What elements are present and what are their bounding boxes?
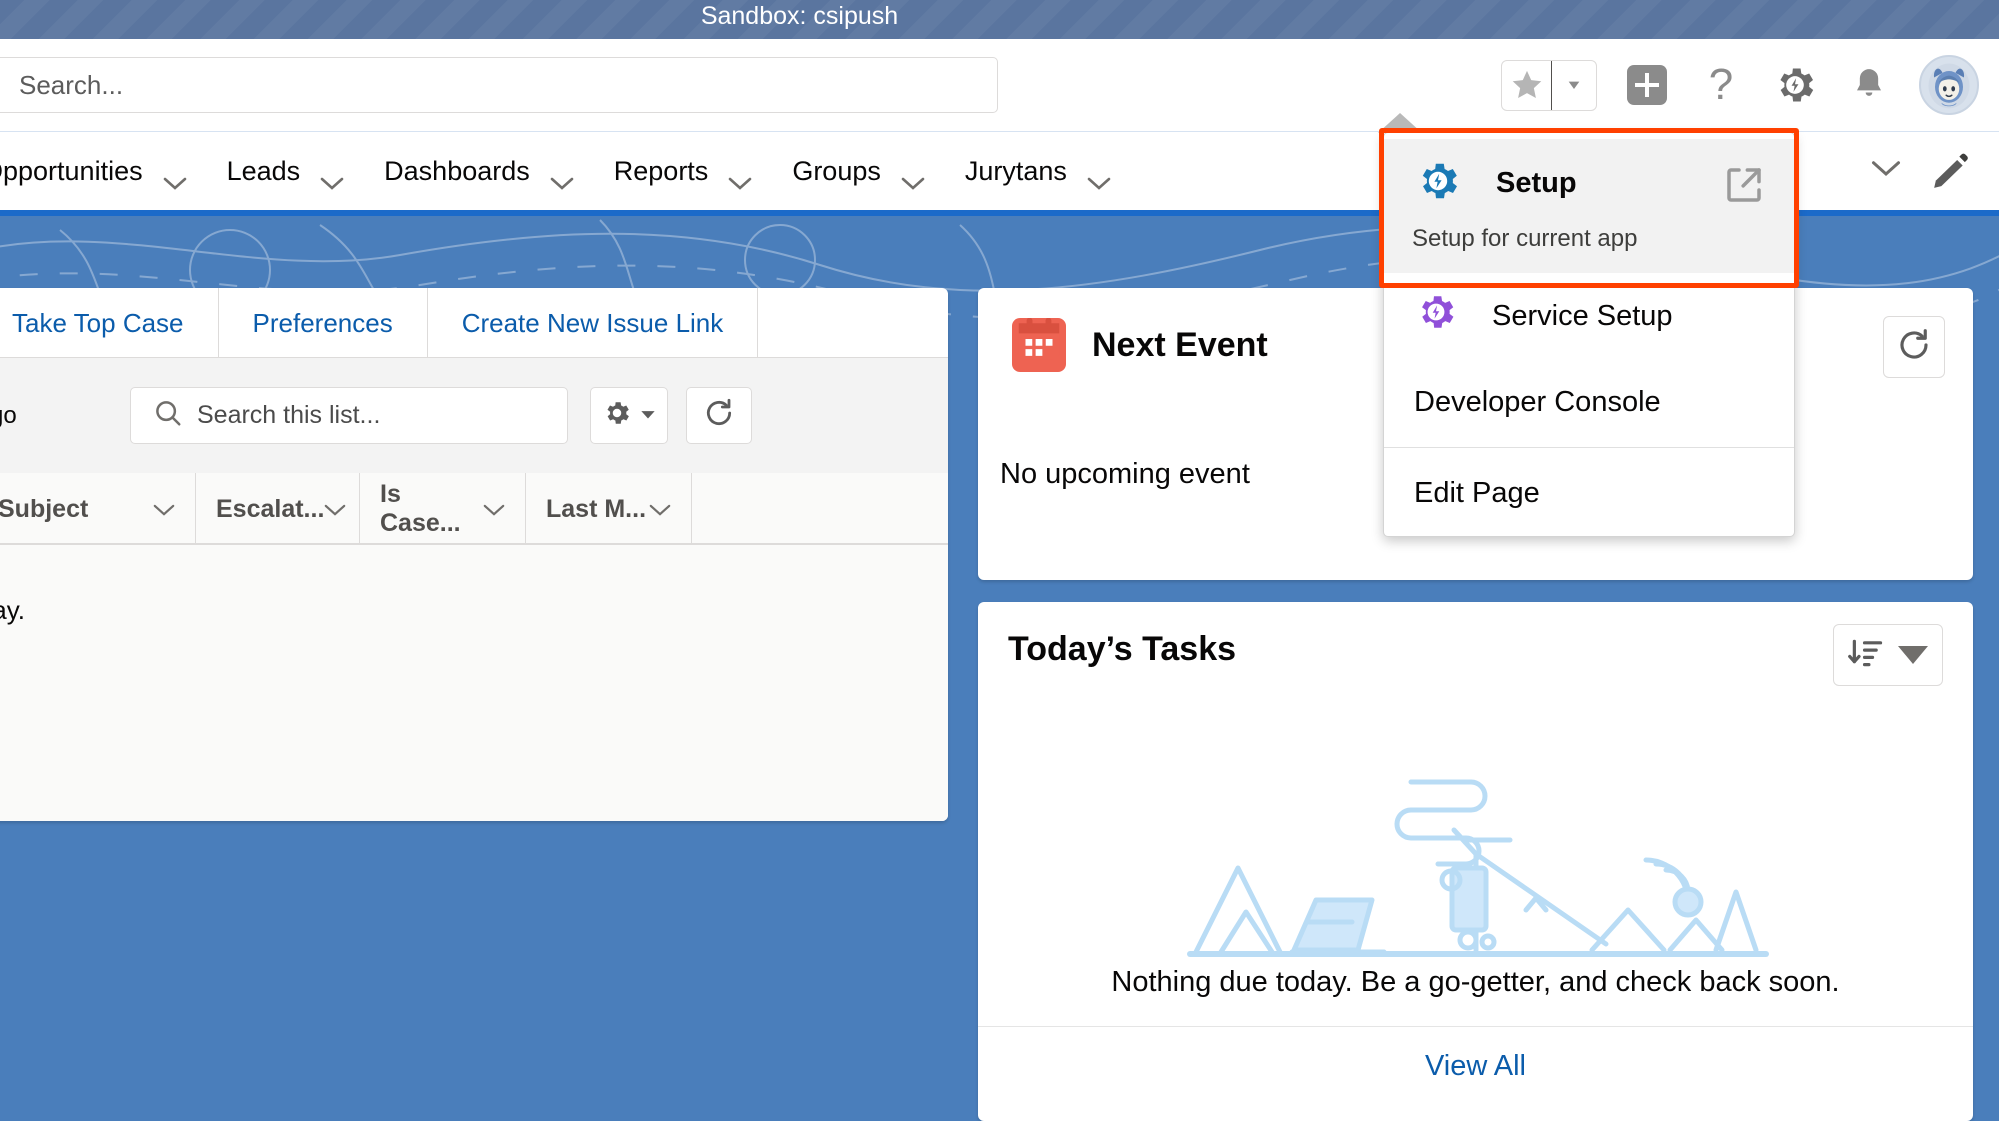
- next-event-empty-text: No upcoming event: [1000, 458, 1250, 490]
- column-header-escalated[interactable]: Escalat...: [196, 473, 360, 545]
- column-label: Escalat...: [216, 494, 325, 523]
- chevron-down-icon[interactable]: [649, 495, 671, 524]
- gear-icon: [602, 398, 632, 433]
- list-settings-button[interactable]: [590, 387, 668, 444]
- nav-label-opportunities: Opportunities: [0, 155, 143, 186]
- chevron-down-icon[interactable]: [320, 167, 344, 190]
- nav-item-reports[interactable]: Reports: [592, 132, 771, 211]
- global-actions-plus-icon[interactable]: [1623, 61, 1671, 109]
- last-updated-text: go: [0, 401, 17, 429]
- case-table-body: play.: [0, 545, 948, 821]
- column-label: Subject: [0, 494, 89, 523]
- sandbox-banner: Sandbox: csipush: [0, 0, 1999, 39]
- calendar-icon: [1012, 318, 1066, 372]
- chevron-down-icon[interactable]: [728, 167, 752, 190]
- view-all-link[interactable]: View All: [978, 1050, 1973, 1083]
- next-event-title: Next Event: [1092, 325, 1268, 364]
- tasks-divider: [978, 1026, 1973, 1027]
- list-search-input[interactable]: Search this list...: [130, 387, 568, 444]
- global-search-input[interactable]: Search...: [0, 57, 998, 113]
- case-table-header: Subject Escalat... Is Case... Last M...: [0, 473, 948, 545]
- chevron-down-icon[interactable]: [153, 495, 175, 524]
- todays-tasks-title: Today’s Tasks: [1008, 630, 1237, 668]
- global-header: Search... ?: [0, 39, 1999, 131]
- nav-label-reports: Reports: [613, 155, 709, 186]
- chevron-down-icon[interactable]: [483, 495, 505, 524]
- todays-tasks-panel: Today’s Tasks Nothing due today. Be a go…: [978, 602, 1973, 1121]
- next-event-header: Next Event: [1012, 318, 1268, 372]
- search-icon: [153, 398, 183, 433]
- menu-item-label: Service Setup: [1492, 299, 1673, 332]
- todays-tasks-empty-message: Nothing due today. Be a go-getter, and c…: [1111, 966, 1840, 998]
- menu-item-edit-page[interactable]: Edit Page: [1384, 450, 1794, 536]
- list-toolbar: go Search this list...: [0, 358, 948, 473]
- nav-item-jurytans[interactable]: Jurytans: [943, 132, 1129, 211]
- setup-menu-item-sublabel: Setup for current app: [1412, 225, 1638, 252]
- list-refresh-button[interactable]: [686, 387, 752, 444]
- preferences-button[interactable]: Preferences: [219, 288, 428, 358]
- desert-campsite-illustration: [1186, 779, 1769, 957]
- nav-item-opportunities[interactable]: Opportunities: [0, 132, 205, 211]
- nav-label-groups: Groups: [792, 155, 881, 186]
- column-header-last-modified[interactable]: Last M...: [526, 473, 692, 545]
- empty-list-message: play.: [0, 595, 25, 625]
- column-header-is-case[interactable]: Is Case...: [360, 473, 526, 545]
- global-search-placeholder: Search...: [19, 69, 124, 100]
- nav-item-dashboards[interactable]: Dashboards: [362, 132, 592, 211]
- menu-item-label: Edit Page: [1414, 476, 1540, 509]
- nav-label-jurytans: Jurytans: [964, 155, 1067, 186]
- setup-dropdown-menu: Setup Setup for current app Service Setu…: [1383, 132, 1795, 537]
- chevron-down-icon[interactable]: [163, 167, 186, 190]
- nav-item-groups[interactable]: Groups: [770, 132, 943, 211]
- column-header-subject[interactable]: Subject: [0, 473, 196, 545]
- list-search-placeholder: Search this list...: [197, 401, 381, 429]
- caret-down-icon: [1898, 646, 1928, 664]
- setup-gear-icon-blue: [1414, 157, 1462, 210]
- caret-down-icon: [640, 407, 656, 425]
- favorites-group[interactable]: [1501, 59, 1597, 111]
- refresh-icon: [703, 397, 735, 434]
- help-question-icon[interactable]: ?: [1697, 61, 1745, 109]
- chevron-down-icon[interactable]: [1087, 167, 1111, 190]
- edit-pencil-icon[interactable]: [1927, 149, 1973, 195]
- chevron-down-icon[interactable]: [550, 167, 574, 190]
- header-icon-group: ?: [1501, 55, 1979, 115]
- setup-menu-item-label: Setup: [1496, 166, 1577, 199]
- list-action-bar: Take Top Case Preferences Create New Iss…: [0, 288, 948, 358]
- take-top-case-button[interactable]: Take Top Case: [0, 288, 219, 358]
- nav-overflow-chevron-icon[interactable]: [1871, 160, 1901, 183]
- user-avatar[interactable]: [1919, 55, 1979, 115]
- menu-item-label: Developer Console: [1414, 385, 1661, 418]
- favorites-caret-down-icon[interactable]: [1551, 60, 1596, 110]
- nav-label-dashboards: Dashboards: [384, 155, 530, 186]
- nav-item-leads[interactable]: Leads: [205, 132, 363, 211]
- menu-item-service-setup[interactable]: Service Setup: [1384, 273, 1794, 359]
- nav-label-leads: Leads: [226, 155, 301, 186]
- chevron-down-icon[interactable]: [324, 495, 346, 524]
- sort-descending-icon: [1848, 637, 1884, 674]
- service-setup-gear-icon: [1414, 290, 1458, 342]
- sandbox-label: Sandbox: csipush: [700, 2, 899, 30]
- column-label: Is Case...: [380, 480, 461, 537]
- create-new-issue-link-button[interactable]: Create New Issue Link: [428, 288, 759, 358]
- favorites-star-icon[interactable]: [1502, 61, 1551, 110]
- case-list-panel: Take Top Case Preferences Create New Iss…: [0, 288, 948, 821]
- setup-menu-item[interactable]: Setup: [1384, 157, 1794, 209]
- setup-menu-caret: [1378, 113, 1422, 133]
- external-link-icon[interactable]: [1724, 165, 1764, 210]
- column-label: Last M...: [546, 494, 647, 523]
- menu-item-developer-console[interactable]: Developer Console: [1384, 359, 1794, 445]
- chevron-down-icon[interactable]: [901, 167, 925, 190]
- refresh-icon: [1896, 327, 1932, 368]
- setup-primary-section[interactable]: Setup Setup for current app: [1384, 139, 1794, 273]
- next-event-refresh-button[interactable]: [1883, 316, 1945, 378]
- todays-tasks-sort-button[interactable]: [1833, 624, 1943, 686]
- menu-divider: [1384, 447, 1794, 448]
- notifications-bell-icon[interactable]: [1845, 61, 1893, 109]
- setup-gear-icon[interactable]: [1771, 61, 1819, 109]
